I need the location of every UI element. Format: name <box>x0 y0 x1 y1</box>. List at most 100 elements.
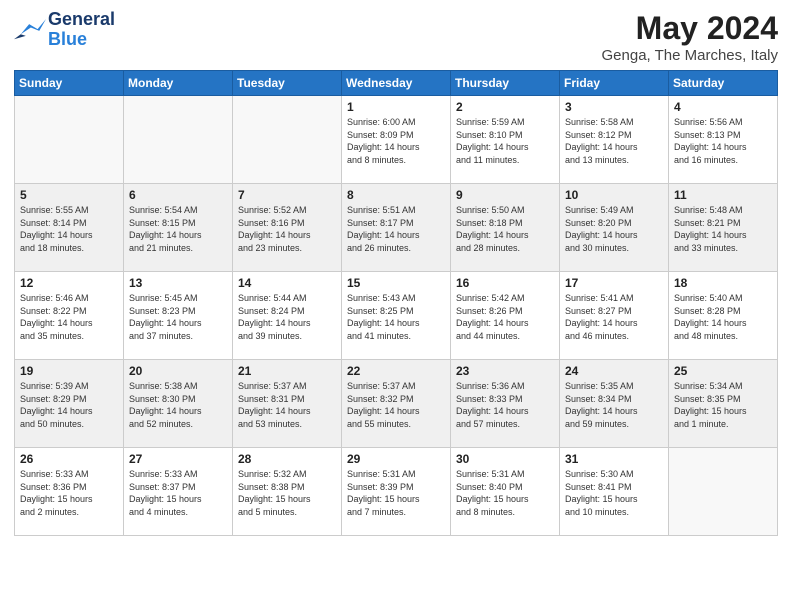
calendar-day-cell: 19Sunrise: 5:39 AM Sunset: 8:29 PM Dayli… <box>15 360 124 448</box>
day-number: 22 <box>347 364 445 378</box>
day-number: 21 <box>238 364 336 378</box>
calendar-day-cell: 6 Sunrise: 5:54 AM Sunset: 8:15 PM Daylig… <box>124 184 233 272</box>
calendar-day-cell: 18 Sunrise: 5:40 AM Sunset: 8:28 PM Dayli… <box>669 272 778 360</box>
day-info: Sunrise: 5:45 AM Sunset: 8:23 PM Dayligh… <box>129 292 227 342</box>
header-monday: Monday <box>124 71 233 96</box>
page: General Blue May 2024 Genga, The Marches… <box>0 0 792 612</box>
day-number: 19 <box>20 364 118 378</box>
day-number: 20 <box>129 364 227 378</box>
day-number: 13 <box>129 276 227 290</box>
calendar-day-cell: 29 Sunrise: 5:31 AM Sunset: 8:39 PM Dayli… <box>342 448 451 536</box>
month-year: May 2024 <box>602 10 778 47</box>
calendar-day-cell: 21 Sunrise: 5:37 AM Sunset: 8:31 PM Dayli… <box>233 360 342 448</box>
calendar-day-cell: 12 Sunrise: 5:46 AM Sunset: 8:22 PM Dayli… <box>15 272 124 360</box>
day-info: Sunrise: 5:31 AM Sunset: 8:40 PM Dayligh… <box>456 468 554 518</box>
calendar-day-cell: 11 Sunrise: 5:48 AM Sunset: 8:21 PM Dayli… <box>669 184 778 272</box>
day-number: 23 <box>456 364 554 378</box>
day-info: Sunrise: 5:33 AM Sunset: 8:36 PM Dayligh… <box>20 468 118 518</box>
day-info: Sunrise: 5:37 AM Sunset: 8:32 PM Dayligh… <box>347 380 445 430</box>
calendar-day-cell: 3 Sunrise: 5:58 AM Sunset: 8:12 PM Daylig… <box>560 96 669 184</box>
day-info: Sunrise: 5:49 AM Sunset: 8:20 PM Dayligh… <box>565 204 663 254</box>
header: General Blue May 2024 Genga, The Marches… <box>14 10 778 64</box>
day-number: 16 <box>456 276 554 290</box>
calendar-day-cell: 8Sunrise: 5:51 AM Sunset: 8:17 PM Daylig… <box>342 184 451 272</box>
day-info: Sunrise: 5:34 AM Sunset: 8:35 PM Dayligh… <box>674 380 772 430</box>
calendar-day-cell: 15 Sunrise: 5:43 AM Sunset: 8:25 PM Dayli… <box>342 272 451 360</box>
calendar-day-cell: 17Sunrise: 5:41 AM Sunset: 8:27 PM Dayli… <box>560 272 669 360</box>
calendar: Sunday Monday Tuesday Wednesday Thursday… <box>14 70 778 536</box>
day-info: Sunrise: 5:35 AM Sunset: 8:34 PM Dayligh… <box>565 380 663 430</box>
day-info: Sunrise: 5:55 AM Sunset: 8:14 PM Dayligh… <box>20 204 118 254</box>
day-number: 1 <box>347 100 445 114</box>
calendar-week-row: 26Sunrise: 5:33 AM Sunset: 8:36 PM Dayli… <box>15 448 778 536</box>
day-info: Sunrise: 5:58 AM Sunset: 8:12 PM Dayligh… <box>565 116 663 166</box>
day-info: Sunrise: 5:30 AM Sunset: 8:41 PM Dayligh… <box>565 468 663 518</box>
day-number: 11 <box>674 188 772 202</box>
day-info: Sunrise: 5:44 AM Sunset: 8:24 PM Dayligh… <box>238 292 336 342</box>
day-number: 29 <box>347 452 445 466</box>
day-info: Sunrise: 5:52 AM Sunset: 8:16 PM Dayligh… <box>238 204 336 254</box>
day-info: Sunrise: 5:43 AM Sunset: 8:25 PM Dayligh… <box>347 292 445 342</box>
day-number: 18 <box>674 276 772 290</box>
calendar-day-cell: 13 Sunrise: 5:45 AM Sunset: 8:23 PM Dayli… <box>124 272 233 360</box>
calendar-day-cell: 1 Sunrise: 6:00 AM Sunset: 8:09 PM Daylig… <box>342 96 451 184</box>
day-info: Sunrise: 5:46 AM Sunset: 8:22 PM Dayligh… <box>20 292 118 342</box>
day-info: Sunrise: 5:48 AM Sunset: 8:21 PM Dayligh… <box>674 204 772 254</box>
day-number: 8 <box>347 188 445 202</box>
logo: General Blue <box>14 10 115 50</box>
header-saturday: Saturday <box>669 71 778 96</box>
header-tuesday: Tuesday <box>233 71 342 96</box>
day-number: 14 <box>238 276 336 290</box>
calendar-day-cell: 20Sunrise: 5:38 AM Sunset: 8:30 PM Dayli… <box>124 360 233 448</box>
day-number: 31 <box>565 452 663 466</box>
logo-icon <box>14 16 46 44</box>
calendar-week-row: 19Sunrise: 5:39 AM Sunset: 8:29 PM Dayli… <box>15 360 778 448</box>
calendar-day-cell: 7 Sunrise: 5:52 AM Sunset: 8:16 PM Daylig… <box>233 184 342 272</box>
day-number: 5 <box>20 188 118 202</box>
day-info: Sunrise: 5:56 AM Sunset: 8:13 PM Dayligh… <box>674 116 772 166</box>
day-number: 27 <box>129 452 227 466</box>
day-info: Sunrise: 5:40 AM Sunset: 8:28 PM Dayligh… <box>674 292 772 342</box>
calendar-day-cell: 24 Sunrise: 5:35 AM Sunset: 8:34 PM Dayli… <box>560 360 669 448</box>
day-number: 6 <box>129 188 227 202</box>
day-number: 4 <box>674 100 772 114</box>
day-number: 2 <box>456 100 554 114</box>
title-section: May 2024 Genga, The Marches, Italy <box>602 10 778 64</box>
calendar-day-cell: 27Sunrise: 5:33 AM Sunset: 8:37 PM Dayli… <box>124 448 233 536</box>
calendar-day-cell <box>233 96 342 184</box>
header-sunday: Sunday <box>15 71 124 96</box>
day-number: 15 <box>347 276 445 290</box>
calendar-day-cell: 4 Sunrise: 5:56 AM Sunset: 8:13 PM Daylig… <box>669 96 778 184</box>
calendar-week-row: 1 Sunrise: 6:00 AM Sunset: 8:09 PM Daylig… <box>15 96 778 184</box>
calendar-day-cell: 2 Sunrise: 5:59 AM Sunset: 8:10 PM Daylig… <box>451 96 560 184</box>
day-info: Sunrise: 5:54 AM Sunset: 8:15 PM Dayligh… <box>129 204 227 254</box>
calendar-day-cell <box>669 448 778 536</box>
day-number: 24 <box>565 364 663 378</box>
day-info: Sunrise: 5:59 AM Sunset: 8:10 PM Dayligh… <box>456 116 554 166</box>
day-info: Sunrise: 5:32 AM Sunset: 8:38 PM Dayligh… <box>238 468 336 518</box>
header-wednesday: Wednesday <box>342 71 451 96</box>
day-number: 28 <box>238 452 336 466</box>
day-info: Sunrise: 5:50 AM Sunset: 8:18 PM Dayligh… <box>456 204 554 254</box>
day-info: Sunrise: 5:36 AM Sunset: 8:33 PM Dayligh… <box>456 380 554 430</box>
day-number: 25 <box>674 364 772 378</box>
day-info: Sunrise: 5:31 AM Sunset: 8:39 PM Dayligh… <box>347 468 445 518</box>
header-friday: Friday <box>560 71 669 96</box>
day-info: Sunrise: 6:00 AM Sunset: 8:09 PM Dayligh… <box>347 116 445 166</box>
day-number: 10 <box>565 188 663 202</box>
day-info: Sunrise: 5:37 AM Sunset: 8:31 PM Dayligh… <box>238 380 336 430</box>
calendar-day-cell: 5 Sunrise: 5:55 AM Sunset: 8:14 PM Daylig… <box>15 184 124 272</box>
calendar-day-cell: 28 Sunrise: 5:32 AM Sunset: 8:38 PM Dayli… <box>233 448 342 536</box>
calendar-day-cell: 31 Sunrise: 5:30 AM Sunset: 8:41 PM Dayli… <box>560 448 669 536</box>
calendar-day-cell: 22 Sunrise: 5:37 AM Sunset: 8:32 PM Dayli… <box>342 360 451 448</box>
day-number: 7 <box>238 188 336 202</box>
calendar-day-cell <box>124 96 233 184</box>
calendar-day-cell: 30 Sunrise: 5:31 AM Sunset: 8:40 PM Dayli… <box>451 448 560 536</box>
day-number: 30 <box>456 452 554 466</box>
calendar-day-cell: 10 Sunrise: 5:49 AM Sunset: 8:20 PM Dayli… <box>560 184 669 272</box>
day-number: 3 <box>565 100 663 114</box>
calendar-day-cell: 25 Sunrise: 5:34 AM Sunset: 8:35 PM Dayli… <box>669 360 778 448</box>
calendar-day-cell: 14 Sunrise: 5:44 AM Sunset: 8:24 PM Dayli… <box>233 272 342 360</box>
day-number: 12 <box>20 276 118 290</box>
calendar-week-row: 12 Sunrise: 5:46 AM Sunset: 8:22 PM Dayli… <box>15 272 778 360</box>
